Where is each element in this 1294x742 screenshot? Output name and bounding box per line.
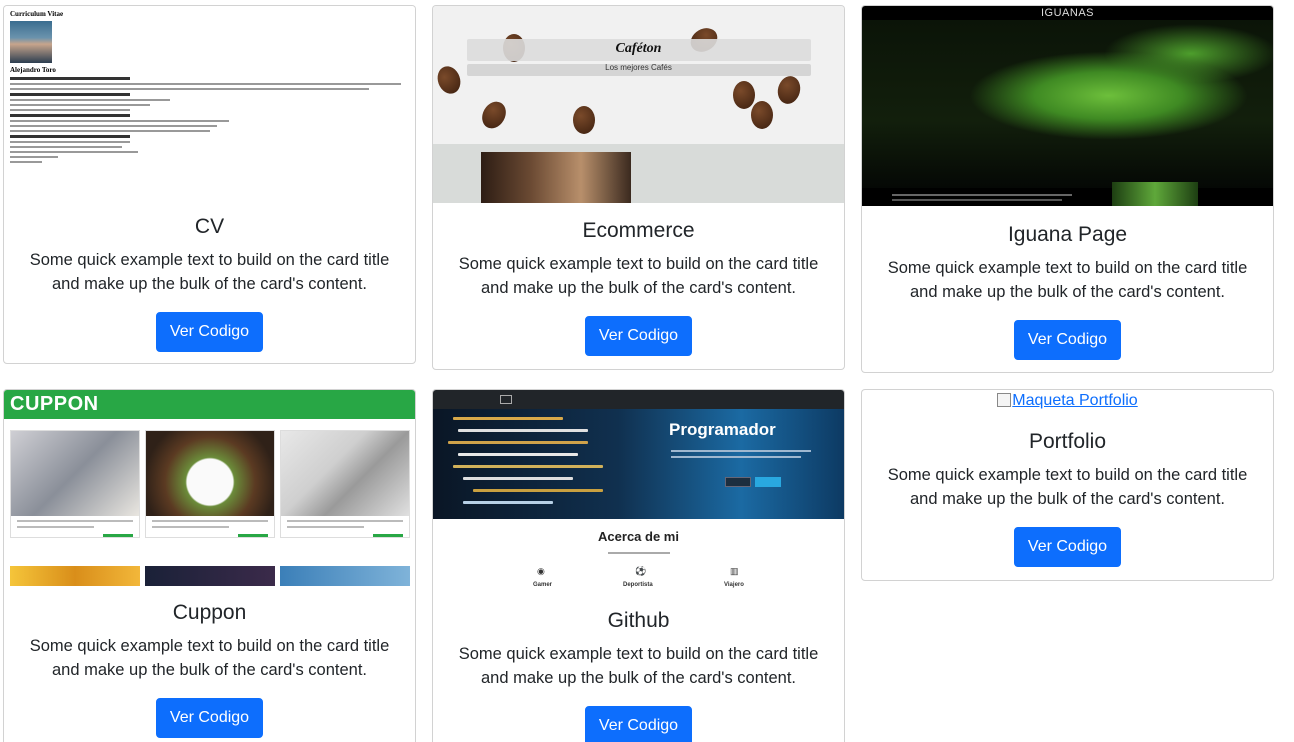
ecommerce-tagline: Los mejores Cafés [605, 63, 672, 72]
card-text: Some quick example text to build on the … [887, 466, 1248, 508]
github-item-label: Viajero [724, 582, 744, 588]
card-text: Some quick example text to build on the … [458, 255, 819, 297]
github-item-label: Deportista [623, 582, 653, 588]
soccer-ball-icon: ⚽ [635, 566, 647, 576]
ver-codigo-button[interactable]: Ver Codigo [1013, 320, 1122, 360]
project-card-ecommerce: Caféton Los mejores Cafés Ecommerce Some… [432, 5, 845, 370]
cv-heading: Curriculum Vitae [10, 10, 64, 18]
ver-codigo-button[interactable]: Ver Codigo [584, 316, 693, 356]
iguana-heading: IGUANAS [1040, 7, 1094, 19]
card-title: Portfolio [1028, 430, 1107, 453]
ecommerce-brand: Caféton [615, 41, 662, 56]
github-hero-title: Programador [669, 420, 776, 439]
cv-photo [10, 21, 52, 63]
cuppon-logo: CUPPON [10, 393, 99, 415]
map-icon: ▥ [730, 566, 739, 576]
cv-name: Alejandro Toro [10, 66, 56, 74]
github-item-label: Gamer [533, 582, 553, 588]
ver-codigo-button[interactable]: Ver Codigo [584, 706, 693, 742]
card-title: Cuppon [172, 601, 247, 624]
project-card-cuppon: CUPPON Cuppon Some quick example text to… [3, 389, 416, 742]
portfolio-broken-image[interactable]: Maqueta Portfolio [862, 390, 1273, 414]
portfolio-image-alt: Maqueta Portfolio [1012, 392, 1138, 409]
iguana-thumbnail: IGUANAS [862, 6, 1273, 206]
ver-codigo-button[interactable]: Ver Codigo [155, 698, 264, 738]
card-title: Iguana Page [1007, 223, 1128, 246]
project-card-github: Programador Acerca de mi ◉ ⚽ ▥ Gamer Dep… [432, 389, 845, 742]
card-text: Some quick example text to build on the … [29, 251, 390, 293]
card-text: Some quick example text to build on the … [887, 259, 1248, 301]
card-title: CV [194, 215, 225, 238]
ecommerce-thumbnail: Caféton Los mejores Cafés [433, 6, 844, 203]
gamepad-icon: ◉ [537, 566, 545, 576]
project-card-portfolio: Maqueta Portfolio Portfolio Some quick e… [861, 389, 1274, 581]
card-title: Github [607, 609, 670, 632]
ver-codigo-button[interactable]: Ver Codigo [155, 312, 264, 352]
card-text: Some quick example text to build on the … [458, 645, 819, 687]
project-card-iguana: IGUANAS Iguana Page Some quick example t… [861, 5, 1274, 373]
card-title: Ecommerce [582, 219, 695, 242]
broken-image-icon [997, 393, 1012, 407]
card-text: Some quick example text to build on the … [29, 637, 390, 679]
github-about-title: Acerca de mi [598, 529, 679, 544]
ver-codigo-button[interactable]: Ver Codigo [1013, 527, 1122, 567]
cv-thumbnail: Curriculum Vitae Alejandro Toro [4, 6, 415, 206]
project-card-cv: Curriculum Vitae Alejandro Toro CV Some … [3, 5, 416, 364]
github-thumbnail: Programador Acerca de mi ◉ ⚽ ▥ Gamer Dep… [433, 390, 844, 594]
cuppon-thumbnail: CUPPON [4, 390, 415, 586]
